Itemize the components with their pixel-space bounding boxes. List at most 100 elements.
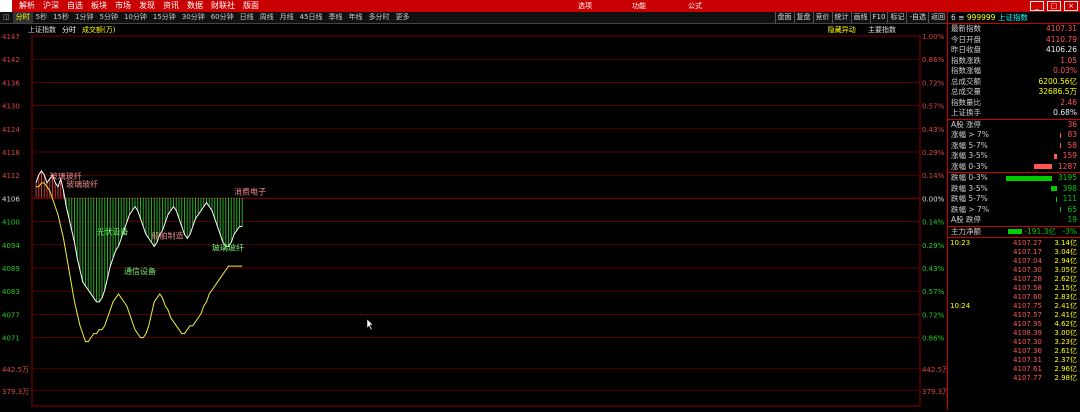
period-tab-4[interactable]: 5分钟 [96, 12, 120, 23]
tick-volume: 3.04亿 [1054, 248, 1077, 256]
toolbar-right-button-7[interactable]: -自选 [906, 12, 928, 23]
menu-item-5[interactable]: 发现 [135, 0, 159, 12]
sector-annotation[interactable]: 光伏设备 [97, 226, 129, 236]
period-tab-6[interactable]: 15分钟 [150, 12, 179, 23]
period-tab-11[interactable]: 月线 [277, 12, 297, 23]
breadth-row: 跌幅 0-3% 3195 [948, 173, 1080, 184]
breadth-row: 涨幅 > 7% 83 [948, 130, 1080, 141]
tab-intraday[interactable]: 分时 [62, 25, 76, 35]
hide-alerts-button[interactable]: 隐藏异动 [828, 26, 856, 34]
menu-item-9[interactable]: 版面 [239, 0, 263, 12]
period-tab-5[interactable]: 10分钟 [121, 12, 150, 23]
breadth-bar [1060, 132, 1062, 138]
breadth-value: 1287 [1057, 161, 1077, 171]
maximize-icon[interactable]: □ [1047, 1, 1061, 11]
breadth-row: 跌幅 3-5% 398 [948, 184, 1080, 195]
y-tick-label: 4124 [2, 126, 20, 134]
tick-row: 4107.61 2.96亿 [948, 365, 1080, 374]
tick-price: 4107.61 [1013, 365, 1042, 373]
period-tab-13[interactable]: 季线 [326, 12, 346, 23]
menu-item-3[interactable]: 板块 [87, 0, 111, 12]
period-tab-8[interactable]: 60分钟 [208, 12, 237, 23]
menu-options[interactable]: 选项 [578, 0, 592, 12]
sector-annotation[interactable]: 消费电子 [234, 187, 266, 197]
toolbar-right-button-6[interactable]: 标记 [887, 12, 906, 23]
period-tab-1[interactable]: 5秒 [33, 12, 50, 23]
stat-label: 上证换手 [951, 108, 981, 117]
window-controls: _ □ × [1030, 1, 1078, 11]
breadth-row: 跌幅 > 7% 65 [948, 205, 1080, 216]
stat-row: 最新指数 4107.31 [948, 24, 1080, 35]
tick-price: 4107.27 [1013, 239, 1042, 247]
y-tick-label: 4094 [2, 242, 20, 250]
toolbar-right-button-0[interactable]: 盘面 [774, 12, 794, 23]
tick-time [948, 320, 992, 329]
toolbar-right-button-5[interactable]: F10 [869, 12, 888, 23]
menu-functions[interactable]: 功能 [632, 0, 646, 12]
stat-label: 总成交额 [951, 76, 981, 86]
period-tab-15[interactable]: 多分时 [366, 12, 393, 23]
toolbar-right-button-8[interactable]: 返回 [928, 12, 947, 23]
breadth-value: 83 [1067, 130, 1077, 139]
menu-item-0[interactable]: 解析 [15, 0, 39, 12]
minimize-icon[interactable]: _ [1030, 1, 1044, 11]
period-tab-7[interactable]: 30分钟 [179, 12, 208, 23]
chart-title: 上证指数 [28, 26, 56, 34]
toolbar-right-button-1[interactable]: 复盘 [793, 12, 813, 23]
sector-annotation[interactable]: 玻璃玻纤 [66, 179, 98, 189]
menu-formula[interactable]: 公式 [688, 0, 702, 12]
sector-annotation[interactable]: 通信设备 [124, 266, 156, 276]
tick-volume: 2.62亿 [1054, 275, 1077, 283]
period-tab-10[interactable]: 周线 [257, 12, 277, 23]
tick-volume: 2.41亿 [1054, 302, 1077, 310]
major-index-button[interactable]: 主要指数 [868, 26, 896, 34]
breadth-bar [1050, 186, 1057, 191]
tick-time [948, 248, 992, 257]
breadth-bar [1060, 143, 1062, 148]
tick-row: 4107.17 3.04亿 [948, 248, 1080, 257]
toolbar-right-button-4[interactable]: 画线 [850, 12, 870, 23]
breadth-label: 跌幅 3-5% [951, 183, 988, 193]
period-tab-3[interactable]: 1分钟 [72, 12, 96, 23]
stat-row: 昨日收盘 4106.26 [948, 45, 1080, 56]
sector-annotation[interactable]: 船舶制造 [152, 230, 184, 240]
tick-price: 4107.75 [1013, 302, 1042, 310]
tick-time [948, 311, 992, 320]
index-code: 999999 [966, 13, 996, 22]
stat-label: 总成交量 [951, 87, 981, 96]
stat-label: 指数涨跌 [951, 55, 981, 65]
tick-row: 4107.77 2.98亿 [948, 374, 1080, 383]
period-tab-14[interactable]: 年线 [346, 12, 366, 23]
breadth-bar [1033, 164, 1052, 169]
toolbar-right-button-2[interactable]: 竞价 [812, 12, 832, 23]
menu-item-7[interactable]: 数据 [183, 0, 207, 12]
sector-annotation[interactable]: 玻璃玻纤 [212, 242, 244, 252]
menu-item-8[interactable]: 财联社 [207, 0, 239, 12]
toolbar-right-button-3[interactable]: 统计 [831, 12, 851, 23]
tick-volume: 3.05亿 [1054, 266, 1077, 274]
y-tick-label: 4142 [2, 56, 20, 64]
breadth-value: 65 [1067, 204, 1077, 214]
menu-item-1[interactable]: 沪深 [39, 0, 63, 12]
breadth-value: 398 [1062, 183, 1077, 193]
pct-tick-label: 0.43% [922, 265, 945, 273]
tick-time [948, 338, 992, 347]
intraday-chart[interactable]: 4147 1.00% 4142 0.86% 4136 0.72% 4130 0.57% 4124… [0, 24, 949, 410]
period-tab-9[interactable]: 日线 [237, 12, 257, 23]
layout-icon[interactable]: ◫ [0, 12, 13, 23]
pct-tick-label: 0.00% [922, 195, 945, 203]
period-tab-2[interactable]: 15秒 [50, 12, 72, 23]
period-tab-16[interactable]: 更多 [393, 12, 413, 23]
period-tab-0[interactable]: 分时 [12, 12, 33, 23]
tick-row: 4107.30 3.23亿 [948, 338, 1080, 347]
menu-item-6[interactable]: 资讯 [159, 0, 183, 12]
tick-price: 4107.36 [1013, 347, 1042, 355]
close-icon[interactable]: × [1064, 1, 1078, 11]
net-flow-pct: -3% [1062, 226, 1077, 236]
period-tab-12[interactable]: 45日线 [297, 12, 326, 23]
tick-row: 4107.58 2.15亿 [948, 284, 1080, 293]
menu-item-2[interactable]: 自选 [63, 0, 87, 12]
tick-volume: 2.98亿 [1054, 374, 1077, 382]
y-tick-label: 4112 [2, 172, 20, 180]
menu-item-4[interactable]: 市场 [111, 0, 135, 12]
